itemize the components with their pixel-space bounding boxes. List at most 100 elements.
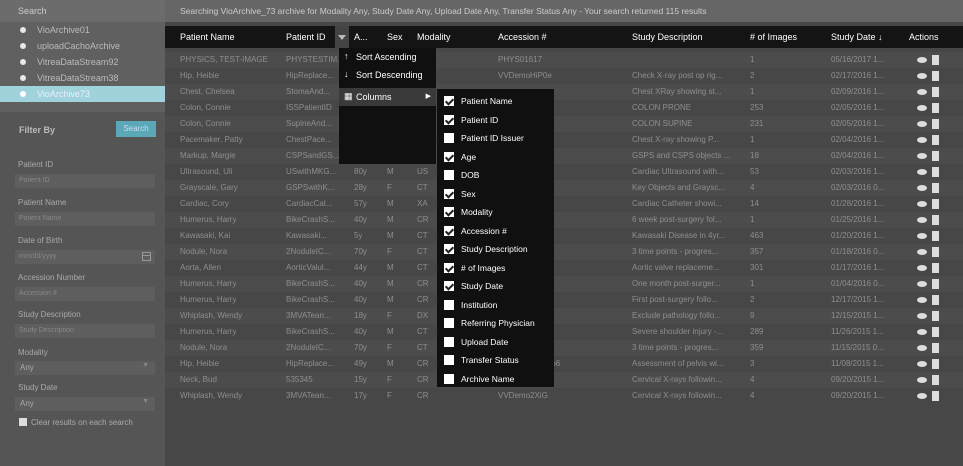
- trash-icon[interactable]: [932, 103, 939, 113]
- column-toggle-item[interactable]: # of Images: [437, 258, 554, 277]
- eye-icon[interactable]: [917, 57, 927, 63]
- column-toggle-item[interactable]: Modality: [437, 202, 554, 221]
- table-row[interactable]: PHYSICS, TEST-IMAGE PHYSTESTIM... PHYS0161…: [165, 52, 963, 68]
- column-toggle-item[interactable]: Institution: [437, 295, 554, 314]
- eye-icon[interactable]: [917, 137, 927, 143]
- eye-icon[interactable]: [917, 169, 927, 175]
- checkbox-checked-icon[interactable]: [444, 207, 454, 217]
- eye-icon[interactable]: [917, 265, 927, 271]
- col-study-date[interactable]: Study Date ↓: [831, 32, 883, 42]
- eye-icon[interactable]: [917, 249, 927, 255]
- calendar-icon[interactable]: [142, 252, 151, 261]
- checkbox-checked-icon[interactable]: [444, 262, 454, 273]
- modality-select[interactable]: Any ▼: [15, 361, 155, 375]
- col-modality[interactable]: Modality: [417, 32, 451, 42]
- col-num-images[interactable]: # of Images: [750, 32, 797, 42]
- table-row[interactable]: Hip, Heibie HipReplace... VVDemoHiP0e Check…: [165, 68, 963, 84]
- col-study-description[interactable]: Study Description: [632, 32, 703, 42]
- eye-icon[interactable]: [917, 313, 927, 319]
- eye-icon[interactable]: [917, 89, 927, 95]
- checkbox-icon[interactable]: [444, 170, 454, 180]
- eye-icon[interactable]: [917, 73, 927, 79]
- archive-item[interactable]: VitreaDataStream38: [0, 70, 165, 86]
- study-description-input[interactable]: Study Description: [15, 324, 155, 338]
- trash-icon[interactable]: [932, 359, 939, 369]
- checkbox-icon[interactable]: [444, 299, 454, 310]
- table-row[interactable]: Whiplash, Wendy 3MVATean... 17y F CR VVDemo2X…: [165, 388, 963, 404]
- eye-icon[interactable]: [917, 185, 927, 191]
- eye-icon[interactable]: [917, 121, 927, 127]
- table-row[interactable]: Neck, Bud53534515yFCRbrfnd532Cervical X-…: [165, 372, 963, 388]
- trash-icon[interactable]: [932, 231, 939, 241]
- trash-icon[interactable]: [932, 135, 939, 145]
- trash-icon[interactable]: [932, 119, 939, 129]
- column-menu-button[interactable]: [335, 26, 349, 48]
- checkbox-icon[interactable]: [444, 318, 454, 328]
- clear-results-checkbox[interactable]: Clear results on each search: [19, 418, 133, 427]
- column-toggle-item[interactable]: Accession #: [437, 221, 554, 240]
- archive-item[interactable]: VioArchive01: [0, 22, 165, 38]
- table-row[interactable]: Nodule, Nora 2NoduleIC... 70y F CT 3 time poi…: [165, 244, 963, 260]
- trash-icon[interactable]: [932, 311, 939, 321]
- column-toggle-item[interactable]: Sex: [437, 184, 554, 203]
- eye-icon[interactable]: [917, 201, 927, 207]
- eye-icon[interactable]: [917, 153, 927, 159]
- checkbox-checked-icon[interactable]: [444, 244, 454, 254]
- table-row[interactable]: Markup, MargieCSPSandGS...32yFPRGSPS and…: [165, 148, 963, 164]
- table-row[interactable]: Aorta, Allen AorticValul... 44y M CT Aortic v…: [165, 260, 963, 276]
- checkbox-checked-icon[interactable]: [444, 151, 454, 162]
- sort-ascending-item[interactable]: ↑ Sort Ascending: [339, 48, 436, 66]
- trash-icon[interactable]: [932, 55, 939, 65]
- eye-icon[interactable]: [917, 217, 927, 223]
- trash-icon[interactable]: [932, 391, 939, 401]
- patient-id-input[interactable]: Patient ID: [15, 174, 155, 188]
- eye-icon[interactable]: [917, 105, 927, 111]
- column-toggle-item[interactable]: Patient ID Issuer: [437, 128, 554, 147]
- archive-item[interactable]: VioArchive73: [0, 86, 165, 102]
- table-row[interactable]: Cardiac, Cory CardiacCat... 57y M XA Cardiac …: [165, 196, 963, 212]
- table-row[interactable]: Hip, HeibieHipReplace...49yMCRVVDemoGtSH…: [165, 356, 963, 372]
- eye-icon[interactable]: [917, 361, 927, 367]
- trash-icon[interactable]: [932, 87, 939, 97]
- trash-icon[interactable]: [932, 263, 939, 273]
- archive-item[interactable]: VitreaDataStream92: [0, 54, 165, 70]
- checkbox-icon[interactable]: [444, 373, 454, 384]
- checkbox-checked-icon[interactable]: [444, 188, 454, 199]
- sort-descending-item[interactable]: ↓ Sort Descending: [339, 66, 436, 84]
- checkbox-checked-icon[interactable]: [444, 96, 454, 106]
- dob-input[interactable]: mm/dd/yyyy: [15, 250, 155, 264]
- table-row[interactable]: Kawasaki, Kai Kawasaki... 5y M CT Kawasaki Di…: [165, 228, 963, 244]
- table-row[interactable]: Humerus, Harry BikeCrashS... 40y M CR One mon…: [165, 276, 963, 292]
- table-row[interactable]: Humerus, Harry BikeCrashS... 40y M CT Severe …: [165, 324, 963, 340]
- trash-icon[interactable]: [932, 343, 939, 353]
- eye-icon[interactable]: [917, 297, 927, 303]
- checkbox-checked-icon[interactable]: [444, 281, 454, 291]
- eye-icon[interactable]: [917, 377, 927, 383]
- column-toggle-item[interactable]: Study Date: [437, 276, 554, 295]
- column-toggle-item[interactable]: DOB: [437, 165, 554, 184]
- table-row[interactable]: Whiplash, Wendy 3MVATean... 18y F DX Exclude …: [165, 308, 963, 324]
- trash-icon[interactable]: [932, 375, 939, 385]
- checkbox-icon[interactable]: [444, 355, 454, 365]
- column-toggle-item[interactable]: Referring Physician: [437, 313, 554, 332]
- checkbox-checked-icon[interactable]: [444, 114, 454, 125]
- trash-icon[interactable]: [932, 199, 939, 209]
- table-row[interactable]: Colon, ConnieISSPatientID88yFCOLON PRONE…: [165, 100, 963, 116]
- table-row[interactable]: Grayscale, Gary GSPSwithK... 28y F CT Key Obj…: [165, 180, 963, 196]
- checkbox-icon[interactable]: [444, 133, 454, 143]
- checkbox-checked-icon[interactable]: [444, 225, 454, 236]
- col-accession[interactable]: Accession #: [498, 32, 547, 42]
- col-sex[interactable]: Sex: [387, 32, 403, 42]
- trash-icon[interactable]: [932, 215, 939, 225]
- column-toggle-item[interactable]: Study Description: [437, 239, 554, 258]
- checkbox-icon[interactable]: [444, 336, 454, 347]
- trash-icon[interactable]: [932, 295, 939, 305]
- table-row[interactable]: Nodule, Nora2NoduleIC...70yFCTVVDemo7Hie…: [165, 340, 963, 356]
- study-date-select[interactable]: Any ▼: [15, 397, 155, 411]
- table-row[interactable]: Humerus, Harry BikeCrashS... 40y M CR First p…: [165, 292, 963, 308]
- table-row[interactable]: Pacemaker, PattyChestPace...55yFCRChest …: [165, 132, 963, 148]
- eye-icon[interactable]: [917, 393, 927, 399]
- column-toggle-item[interactable]: Patient ID: [437, 110, 554, 129]
- trash-icon[interactable]: [932, 71, 939, 81]
- column-toggle-item[interactable]: Patient Name: [437, 91, 554, 110]
